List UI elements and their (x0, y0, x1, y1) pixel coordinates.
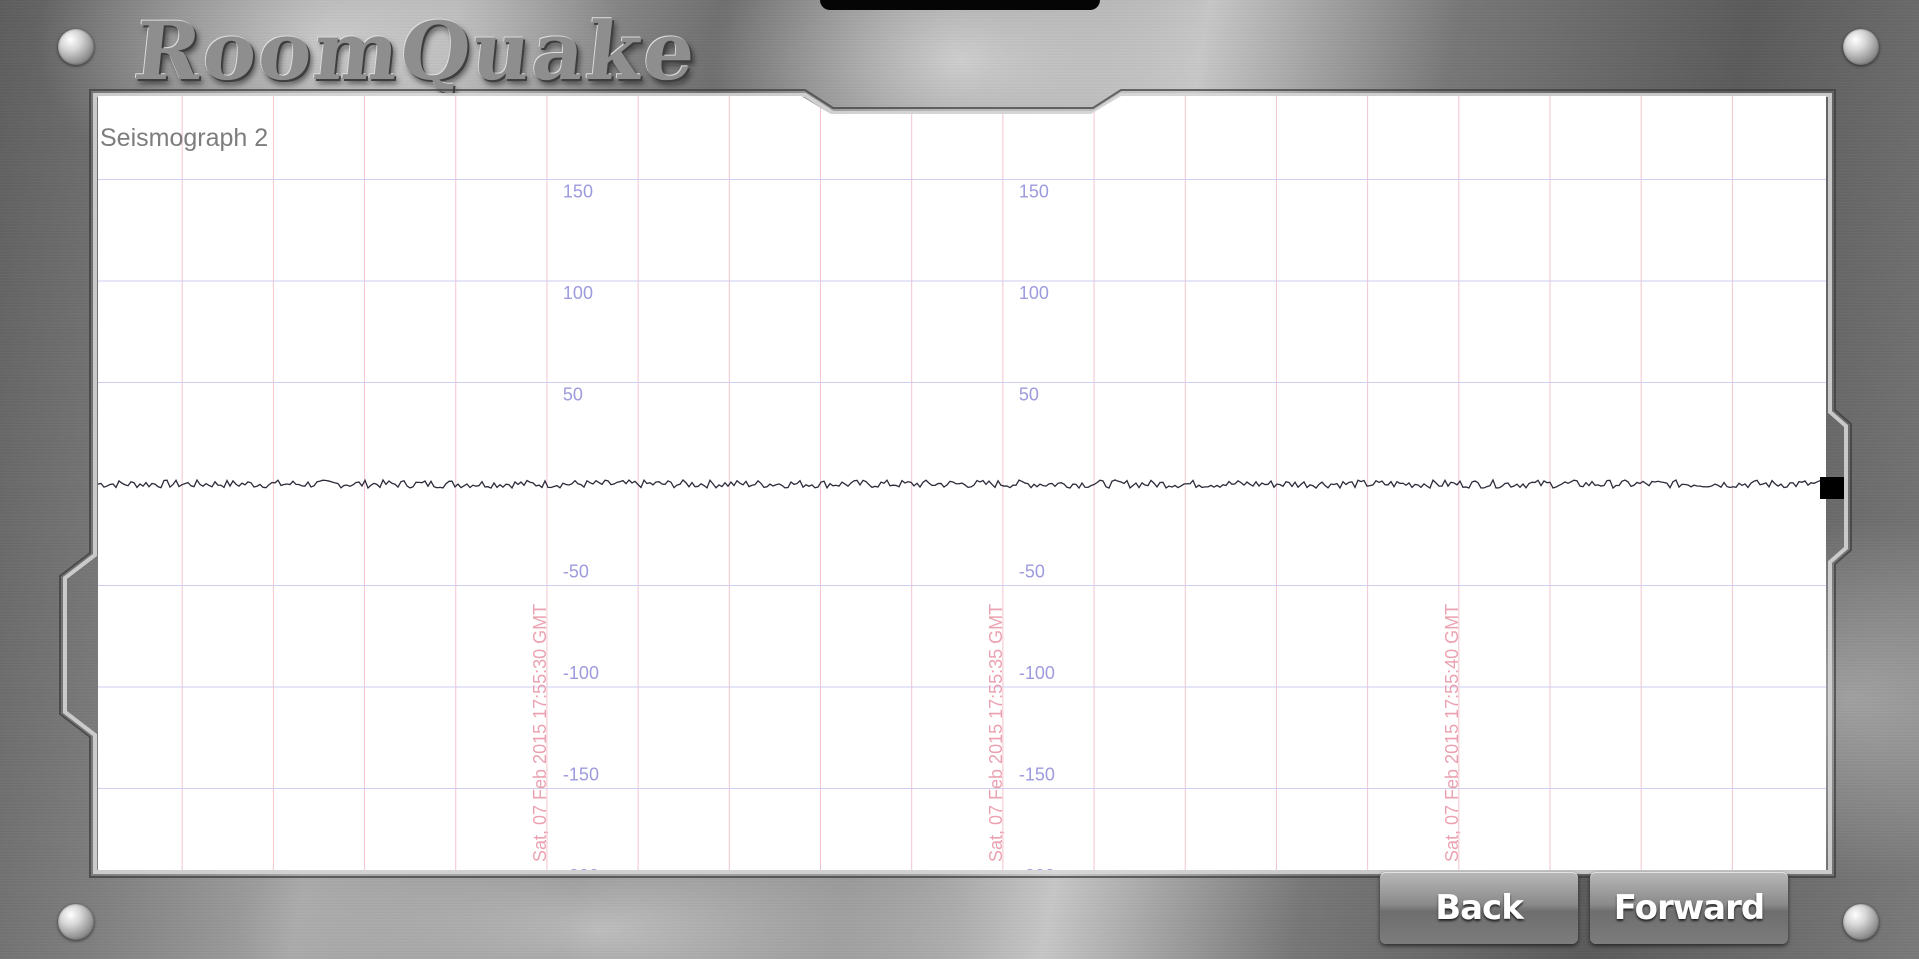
y-tick-label: 150 (563, 182, 593, 202)
x-tick-label: Sat, 07 Feb 2015 17:55:40 GMT (1442, 604, 1462, 862)
y-tick-label: -50 (1019, 562, 1045, 582)
y-tick-label: -100 (563, 663, 599, 683)
seismograph-chart: 200mm15010050-50-100-150-200200mm1501005… (98, 96, 1826, 870)
y-tick-label: -50 (563, 562, 589, 582)
y-tick-label: 50 (1019, 385, 1039, 405)
forward-button[interactable]: Forward (1590, 872, 1788, 944)
y-tick-label: 100 (563, 283, 593, 303)
y-tick-label: 150 (1019, 182, 1049, 202)
y-tick-label: -150 (1019, 765, 1055, 785)
plot-title: Seismograph 2 (100, 124, 269, 152)
y-tick-label: 200mm (563, 96, 623, 100)
trace-end-marker (1820, 477, 1844, 499)
seismograph-plot: 200mm15010050-50-100-150-200200mm1501005… (98, 96, 1826, 870)
y-tick-label: 50 (563, 385, 583, 405)
y-tick-label: -150 (563, 765, 599, 785)
y-tick-label: 100 (1019, 283, 1049, 303)
x-tick-label: Sat, 07 Feb 2015 17:55:30 GMT (530, 604, 550, 862)
y-tick-label: -200 (563, 866, 599, 870)
back-button[interactable]: Back (1380, 872, 1578, 944)
y-tick-label: -200 (1019, 866, 1055, 870)
y-tick-label: -100 (1019, 663, 1055, 683)
x-tick-label: Sat, 07 Feb 2015 17:55:35 GMT (986, 604, 1006, 862)
seismograph-trace (98, 478, 1826, 490)
